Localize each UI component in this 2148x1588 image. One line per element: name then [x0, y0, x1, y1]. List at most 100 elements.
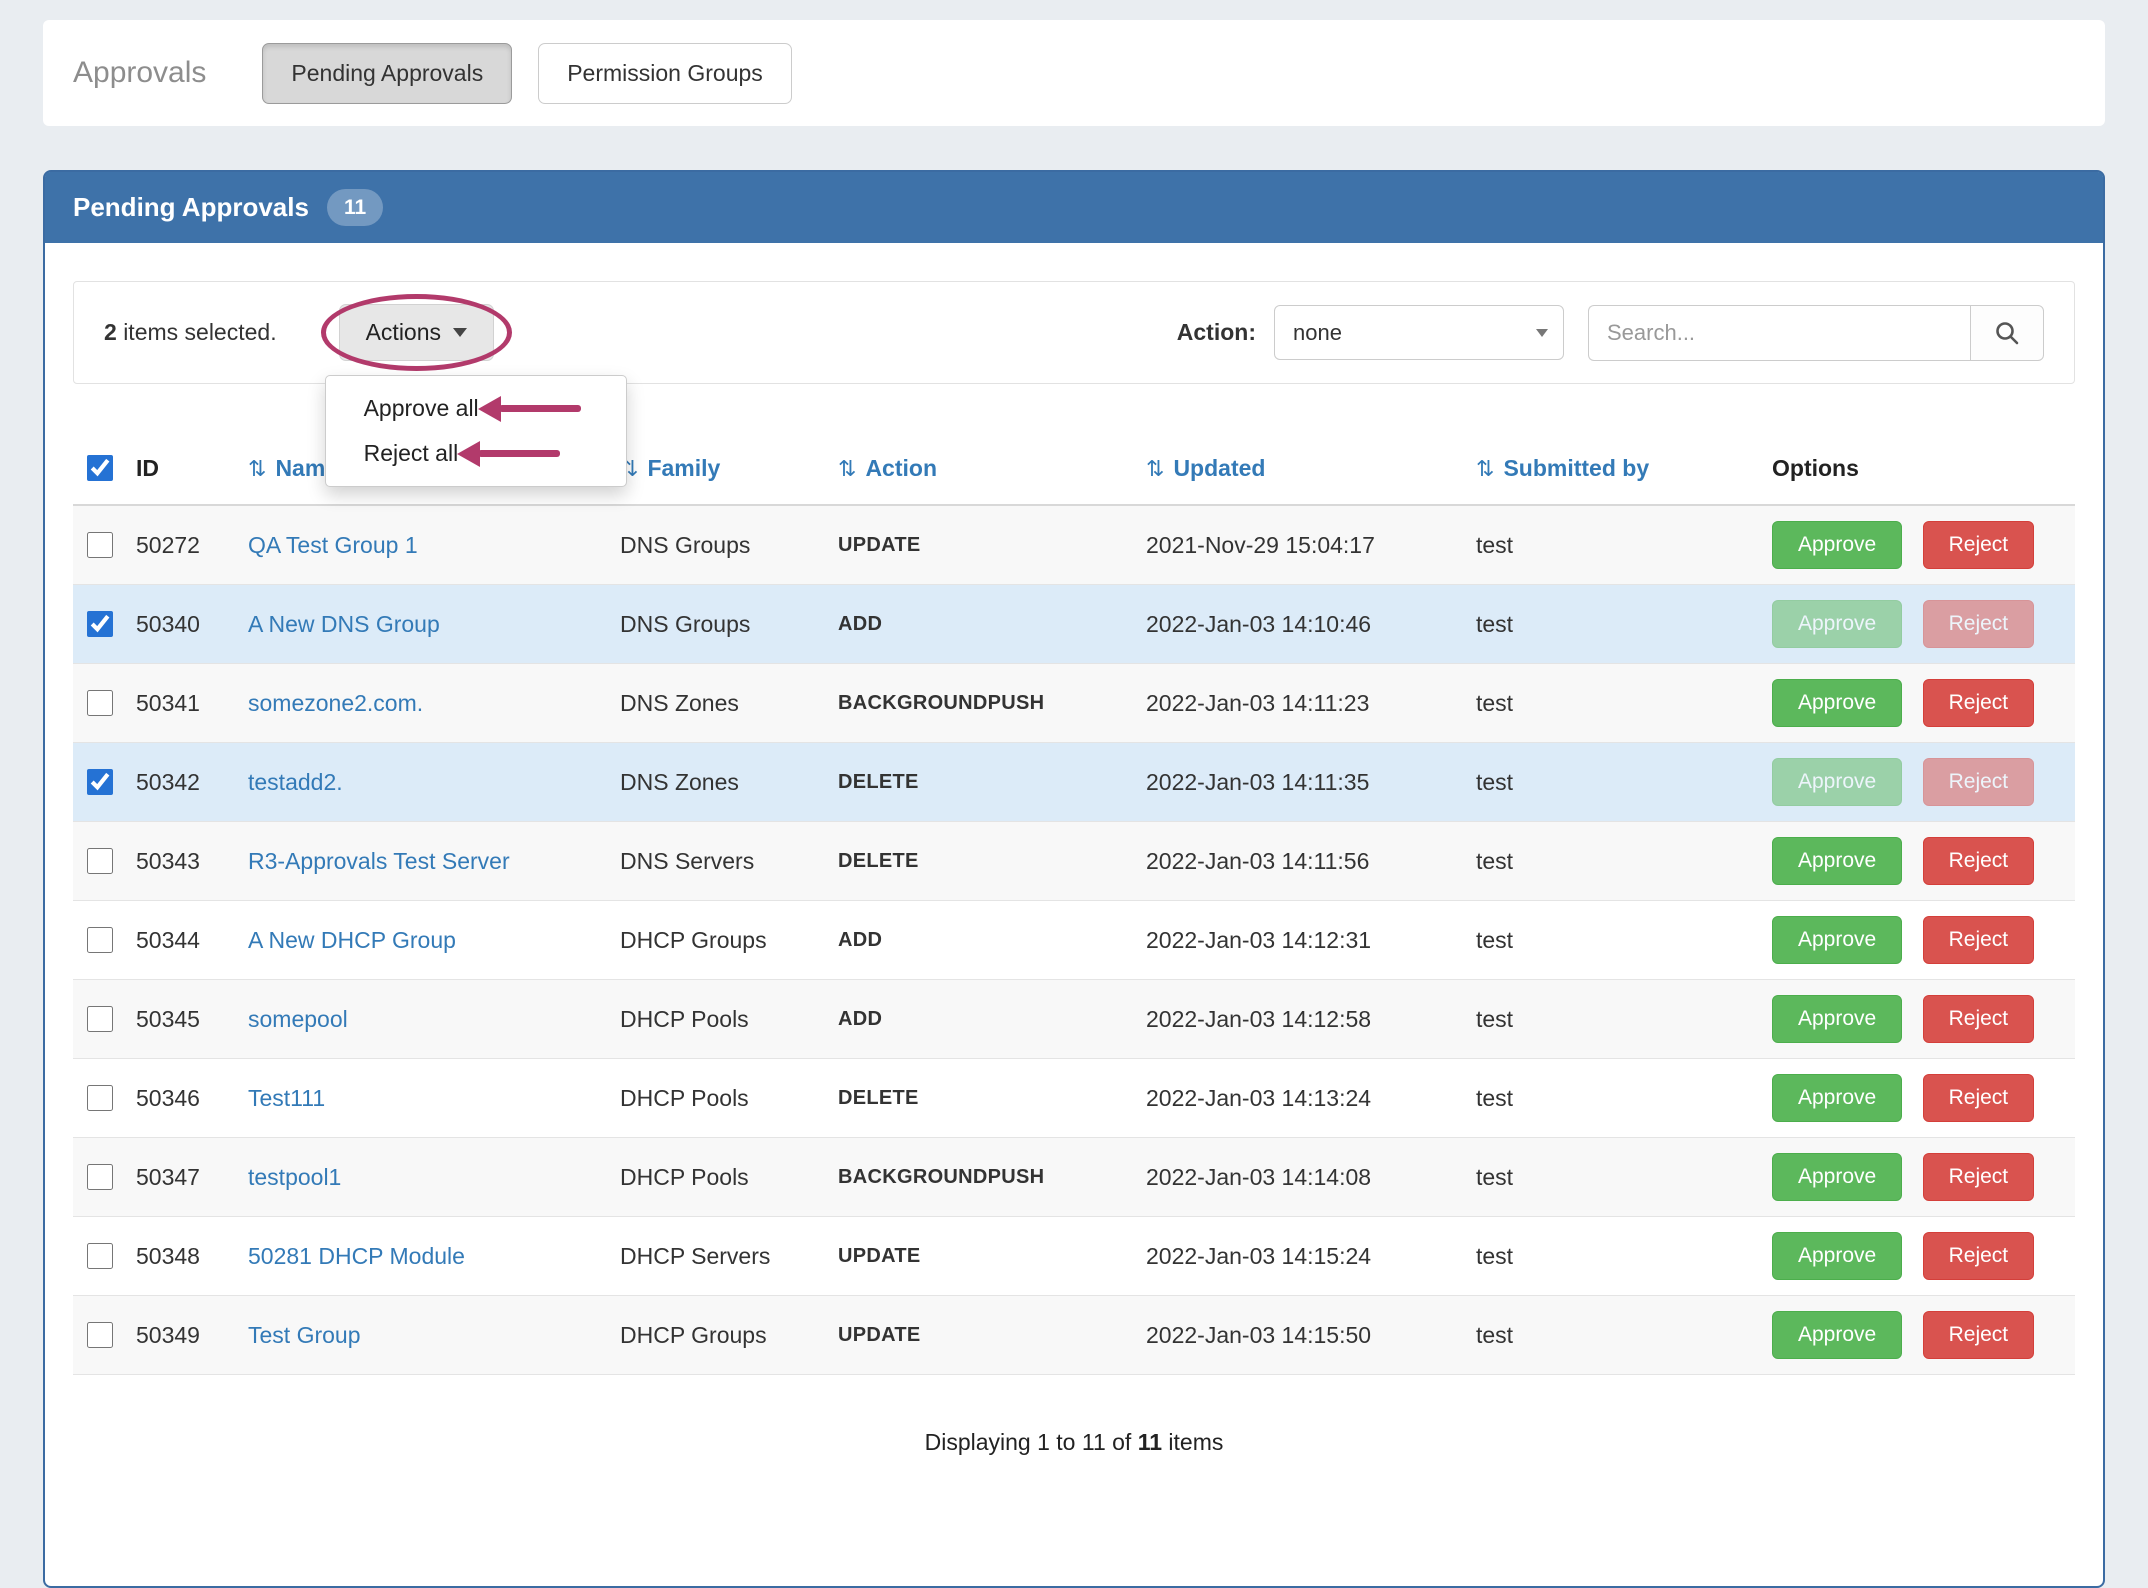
row-name-link[interactable]: testpool1 [248, 1164, 341, 1190]
approve-button[interactable]: Approve [1772, 995, 1902, 1043]
row-id: 50346 [126, 1059, 238, 1138]
row-select-checkbox[interactable] [87, 927, 113, 953]
approve-button[interactable]: Approve [1772, 916, 1902, 964]
reject-button[interactable]: Reject [1923, 837, 2035, 885]
column-header-id: ID [126, 436, 238, 505]
row-name-link[interactable]: R3-Approvals Test Server [248, 848, 510, 874]
row-name-link[interactable]: A New DHCP Group [248, 927, 456, 953]
row-id: 50348 [126, 1217, 238, 1296]
row-select-checkbox[interactable] [87, 1085, 113, 1111]
column-header-updated[interactable]: ⇅Updated [1136, 436, 1466, 505]
row-updated: 2022-Jan-03 14:12:31 [1136, 901, 1466, 980]
top-bar: Approvals Pending Approvals Permission G… [43, 20, 2105, 126]
row-family: DHCP Servers [610, 1217, 828, 1296]
approve-button[interactable]: Approve [1772, 1311, 1902, 1359]
row-submitted-by: test [1466, 664, 1762, 743]
table-row: 50342 testadd2. DNS Zones DELETE 2022-Ja… [73, 743, 2075, 822]
row-select-checkbox[interactable] [87, 532, 113, 558]
row-select-checkbox[interactable] [87, 611, 113, 637]
row-select-checkbox[interactable] [87, 690, 113, 716]
pending-count-badge: 11 [327, 189, 383, 226]
row-submitted-by: test [1466, 1059, 1762, 1138]
column-header-submitted-by[interactable]: ⇅Submitted by [1466, 436, 1762, 505]
row-action: DELETE [828, 743, 1136, 822]
row-select-checkbox[interactable] [87, 848, 113, 874]
approve-button[interactable]: Approve [1772, 521, 1902, 569]
row-name-link[interactable]: Test Group [248, 1322, 361, 1348]
row-name-link[interactable]: somepool [248, 1006, 348, 1032]
approvals-table: ID ⇅Name ⇅Family ⇅Action ⇅Updated ⇅Submi… [73, 436, 2075, 1375]
row-name-link[interactable]: somezone2.com. [248, 690, 423, 716]
pagination-prefix: Displaying 1 to 11 of [925, 1429, 1132, 1455]
row-family: DNS Servers [610, 822, 828, 901]
row-name-link[interactable]: Test111 [248, 1085, 325, 1111]
approve-button[interactable]: Approve [1772, 837, 1902, 885]
reject-button[interactable]: Reject [1923, 758, 2035, 806]
menu-item-approve-all[interactable]: Approve all [326, 386, 626, 431]
pagination-summary: Displaying 1 to 11 of 11 items [73, 1429, 2075, 1586]
approve-button[interactable]: Approve [1772, 600, 1902, 648]
tab-permission-groups[interactable]: Permission Groups [538, 43, 792, 104]
reject-button[interactable]: Reject [1923, 1311, 2035, 1359]
approve-button[interactable]: Approve [1772, 679, 1902, 727]
row-updated: 2021-Nov-29 15:04:17 [1136, 505, 1466, 585]
reject-button[interactable]: Reject [1923, 679, 2035, 727]
row-id: 50343 [126, 822, 238, 901]
table-row: 50346 Test111 DHCP Pools DELETE 2022-Jan… [73, 1059, 2075, 1138]
row-select-checkbox[interactable] [87, 1006, 113, 1032]
page-title: Approvals [73, 56, 206, 90]
action-filter-select[interactable]: none [1274, 305, 1564, 360]
row-action: ADD [828, 585, 1136, 664]
row-name-link[interactable]: QA Test Group 1 [248, 532, 418, 558]
row-name-link[interactable]: A New DNS Group [248, 611, 440, 637]
table-row: 50340 A New DNS Group DNS Groups ADD 202… [73, 585, 2075, 664]
reject-button[interactable]: Reject [1923, 521, 2035, 569]
approve-button[interactable]: Approve [1772, 1074, 1902, 1122]
table-row: 50347 testpool1 DHCP Pools BACKGROUNDPUS… [73, 1138, 2075, 1217]
actions-button[interactable]: Actions [339, 304, 494, 361]
row-submitted-by: test [1466, 822, 1762, 901]
search-button[interactable] [1970, 305, 2044, 361]
row-action: ADD [828, 901, 1136, 980]
table-row: 50349 Test Group DHCP Groups UPDATE 2022… [73, 1296, 2075, 1375]
selected-count: 2 [104, 319, 117, 345]
row-submitted-by: test [1466, 980, 1762, 1059]
panel-title: Pending Approvals [73, 192, 309, 223]
row-name-link[interactable]: 50281 DHCP Module [248, 1243, 465, 1269]
row-updated: 2022-Jan-03 14:14:08 [1136, 1138, 1466, 1217]
actions-dropdown-menu: Approve all Reject all [325, 375, 627, 487]
row-family: DHCP Groups [610, 1296, 828, 1375]
row-action: ADD [828, 980, 1136, 1059]
selected-items-text: 2 items selected. [104, 319, 277, 346]
row-select-checkbox[interactable] [87, 1322, 113, 1348]
table-row: 50345 somepool DHCP Pools ADD 2022-Jan-0… [73, 980, 2075, 1059]
column-header-action[interactable]: ⇅Action [828, 436, 1136, 505]
row-submitted-by: test [1466, 505, 1762, 585]
row-select-checkbox[interactable] [87, 1243, 113, 1269]
search-input[interactable] [1588, 305, 1970, 361]
row-select-checkbox[interactable] [87, 769, 113, 795]
column-header-family[interactable]: ⇅Family [610, 436, 828, 505]
reject-button[interactable]: Reject [1923, 916, 2035, 964]
row-submitted-by: test [1466, 743, 1762, 822]
tab-pending-approvals[interactable]: Pending Approvals [262, 43, 512, 104]
menu-item-approve-all-label: Approve all [364, 395, 479, 422]
row-id: 50272 [126, 505, 238, 585]
menu-item-reject-all[interactable]: Reject all [326, 431, 626, 476]
row-name-link[interactable]: testadd2. [248, 769, 343, 795]
reject-button[interactable]: Reject [1923, 1232, 2035, 1280]
select-all-checkbox[interactable] [87, 455, 113, 481]
row-select-checkbox[interactable] [87, 1164, 113, 1190]
approve-button[interactable]: Approve [1772, 1232, 1902, 1280]
column-header-options: Options [1762, 436, 2075, 505]
reject-button[interactable]: Reject [1923, 600, 2035, 648]
reject-button[interactable]: Reject [1923, 1074, 2035, 1122]
reject-button[interactable]: Reject [1923, 995, 2035, 1043]
approve-button[interactable]: Approve [1772, 758, 1902, 806]
row-updated: 2022-Jan-03 14:11:56 [1136, 822, 1466, 901]
row-family: DNS Groups [610, 505, 828, 585]
approve-button[interactable]: Approve [1772, 1153, 1902, 1201]
row-id: 50341 [126, 664, 238, 743]
reject-button[interactable]: Reject [1923, 1153, 2035, 1201]
search-icon [1993, 319, 2021, 347]
